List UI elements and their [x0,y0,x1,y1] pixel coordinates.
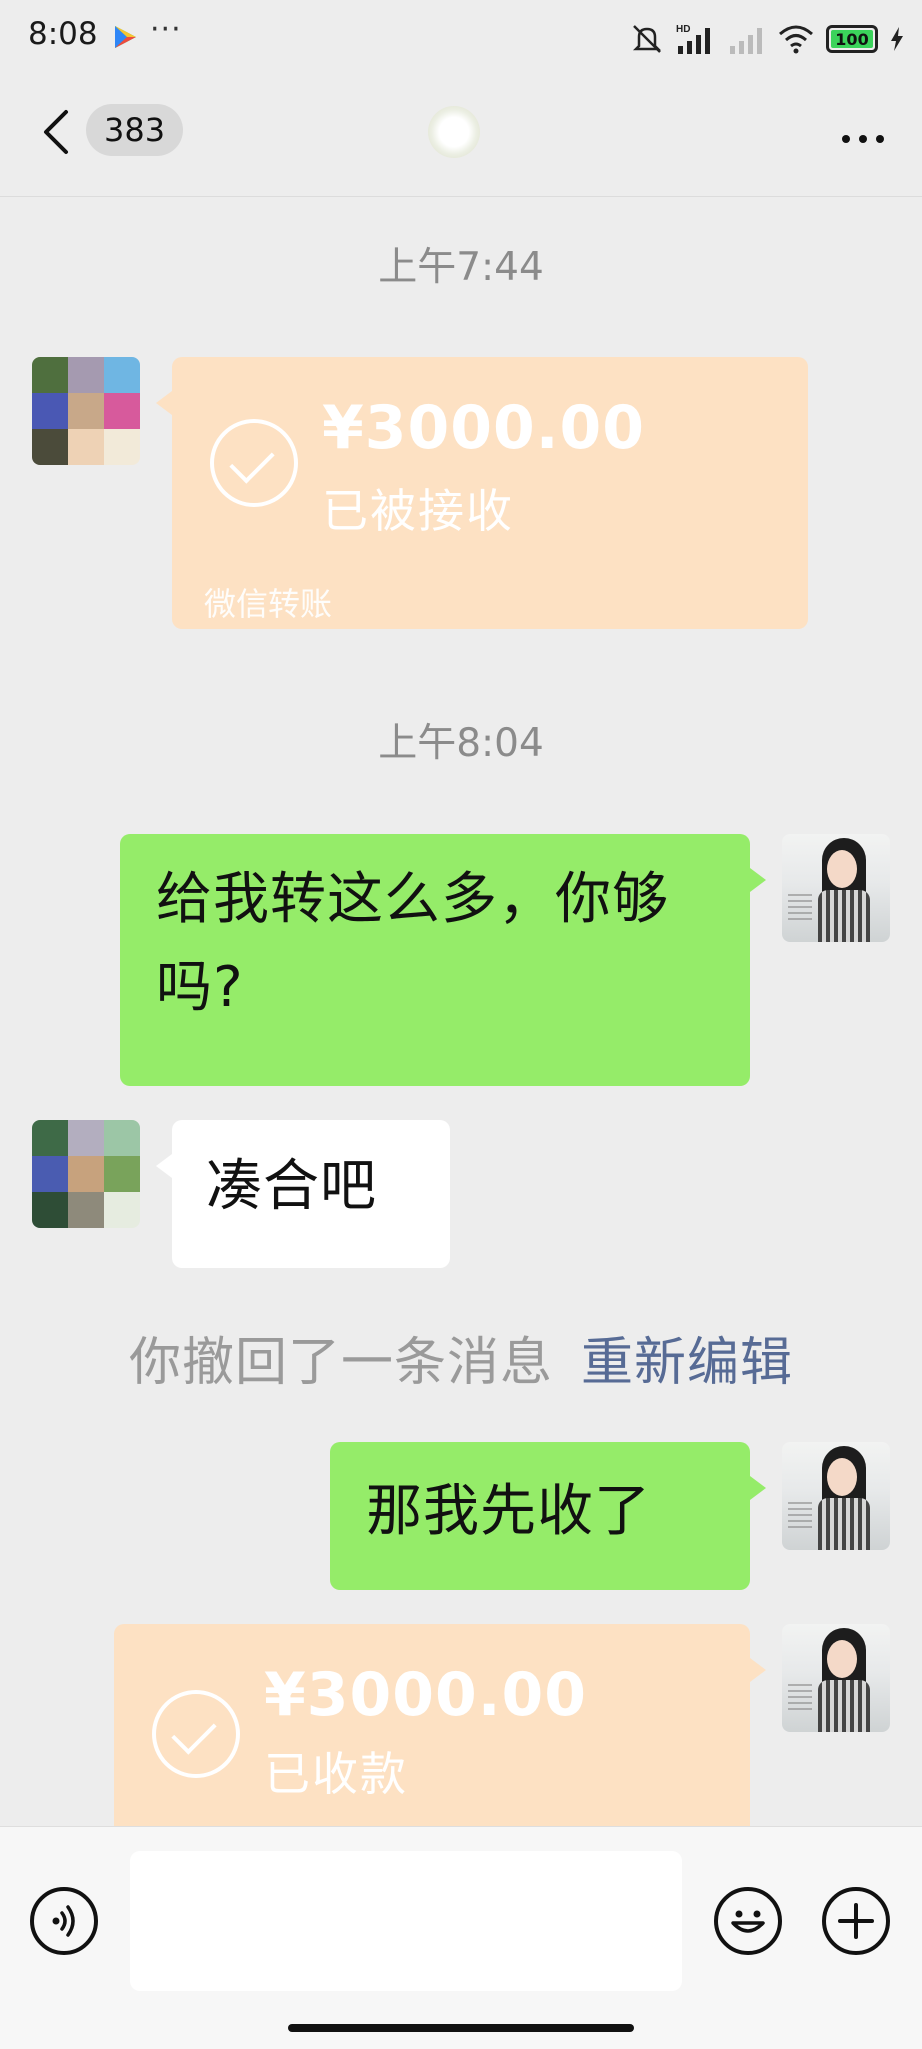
my-avatar[interactable] [782,1442,890,1550]
voice-icon [52,1905,75,1937]
mute-icon [632,25,662,53]
battery-level: 100 [835,29,869,49]
check-circle-icon [210,419,298,507]
transfer-footer: 微信转账 [204,585,333,623]
contact-message[interactable]: 凑合吧 [156,1120,450,1268]
play-store-icon [115,26,136,48]
check-circle-icon [152,1690,240,1778]
contact-name-blurred [428,106,480,158]
svg-text:HD: HD [676,24,690,35]
message-text: 给我转这么多，你够吗? [156,867,669,1020]
transfer-amount: ¥3000.00 [264,1660,588,1730]
my-avatar[interactable] [782,1624,890,1732]
transfer-status: 已收款 [264,1747,408,1801]
timestamp: 上午7:44 [378,245,544,290]
transfer-status: 已被接收 [322,484,514,538]
plus-icon [838,1903,874,1939]
home-indicator[interactable] [288,2024,634,2032]
message-text: 那我先收了 [366,1479,651,1544]
recall-text: 你撤回了一条消息 [128,1333,553,1393]
transfer-amount: ¥3000.00 [322,393,646,463]
charging-icon [891,27,903,51]
wifi-icon [779,25,813,54]
unread-count-badge[interactable]: 383 [86,104,184,156]
re-edit-link[interactable]: 重新编辑 [581,1333,793,1393]
emoji-button[interactable] [714,1887,782,1955]
chat-header: 383 [0,76,922,197]
contact-avatar[interactable] [32,1120,140,1228]
status-bar: 8:08 ··· HD 100 [0,0,922,76]
input-bar [0,1826,922,2049]
my-avatar[interactable] [782,834,890,942]
my-message[interactable]: 那我先收了 [330,1442,766,1590]
back-arrow-icon[interactable] [38,104,78,160]
timestamp: 上午8:04 [378,721,544,766]
notification-more-icon: ··· [150,12,182,47]
more-options-icon[interactable] [833,128,884,147]
status-icons: HD 100 [630,18,904,60]
signal-hd-icon: HD [676,24,710,54]
voice-input-button[interactable] [30,1887,98,1955]
message-input[interactable] [130,1851,682,1991]
more-functions-button[interactable] [822,1887,890,1955]
message-text: 凑合吧 [206,1154,377,1219]
transfer-message[interactable]: ¥3000.00 已被接收 微信转账 [156,357,808,629]
emoji-icon [731,1910,765,1933]
status-time: 8:08 [28,16,98,52]
signal-weak-icon [730,28,762,54]
battery-icon: 100 [826,25,878,53]
my-message[interactable]: 给我转这么多，你够吗? [120,834,766,1086]
contact-avatar[interactable] [32,357,140,465]
recall-notice: 你撤回了一条消息 重新编辑 [0,1320,922,1395]
